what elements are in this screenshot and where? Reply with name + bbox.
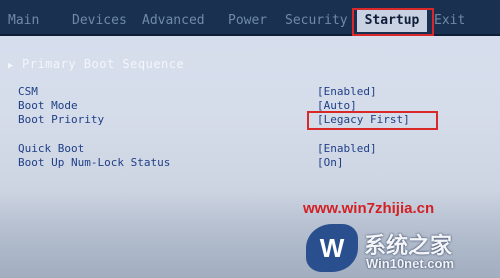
setting-value[interactable]: [Enabled]	[317, 85, 377, 99]
watermark-url: www.win7zhijia.cn	[303, 200, 435, 217]
setting-value[interactable]: [On]	[317, 156, 344, 170]
primary-boot-sequence[interactable]: ▶ Primary Boot Sequence	[8, 56, 184, 72]
bios-screen: Main Devices Advanced Power Security Sta…	[0, 0, 500, 278]
setting-row-boot-mode[interactable]: Boot Mode [Auto]	[18, 99, 418, 113]
tab-devices[interactable]: Devices	[70, 10, 129, 32]
setting-label: Quick Boot	[18, 142, 85, 155]
tab-advanced[interactable]: Advanced	[140, 10, 207, 32]
tab-main[interactable]: Main	[6, 10, 41, 32]
tab-exit[interactable]: Exit	[432, 10, 467, 32]
tab-security[interactable]: Security	[283, 10, 350, 32]
setting-row-csm[interactable]: CSM [Enabled]	[18, 85, 418, 99]
setting-row-quick-boot[interactable]: Quick Boot [Enabled]	[18, 142, 418, 156]
expand-arrow-icon: ▶	[8, 61, 14, 71]
tab-power[interactable]: Power	[226, 10, 269, 32]
setting-label: Boot Mode	[18, 99, 78, 112]
logo-subtitle: Win10net.com	[366, 256, 455, 271]
watermark-logo: W 系统之家 Win10net.com	[300, 222, 500, 278]
tab-startup[interactable]: Startup	[357, 10, 427, 32]
section-title: Primary Boot Sequence	[22, 57, 185, 71]
setting-value[interactable]: [Legacy First]	[317, 113, 410, 127]
setting-label: Boot Priority	[18, 113, 105, 126]
setting-label: Boot Up Num-Lock Status	[18, 156, 171, 169]
logo-icon: W	[306, 224, 358, 272]
setting-value[interactable]: [Enabled]	[317, 142, 377, 156]
tab-bar: Main Devices Advanced Power Security Sta…	[0, 0, 500, 36]
setting-row-boot-priority[interactable]: Boot Priority [Legacy First]	[18, 113, 418, 127]
setting-label: CSM	[18, 85, 38, 98]
setting-row-numlock[interactable]: Boot Up Num-Lock Status [On]	[18, 156, 418, 170]
setting-value[interactable]: [Auto]	[317, 99, 357, 113]
